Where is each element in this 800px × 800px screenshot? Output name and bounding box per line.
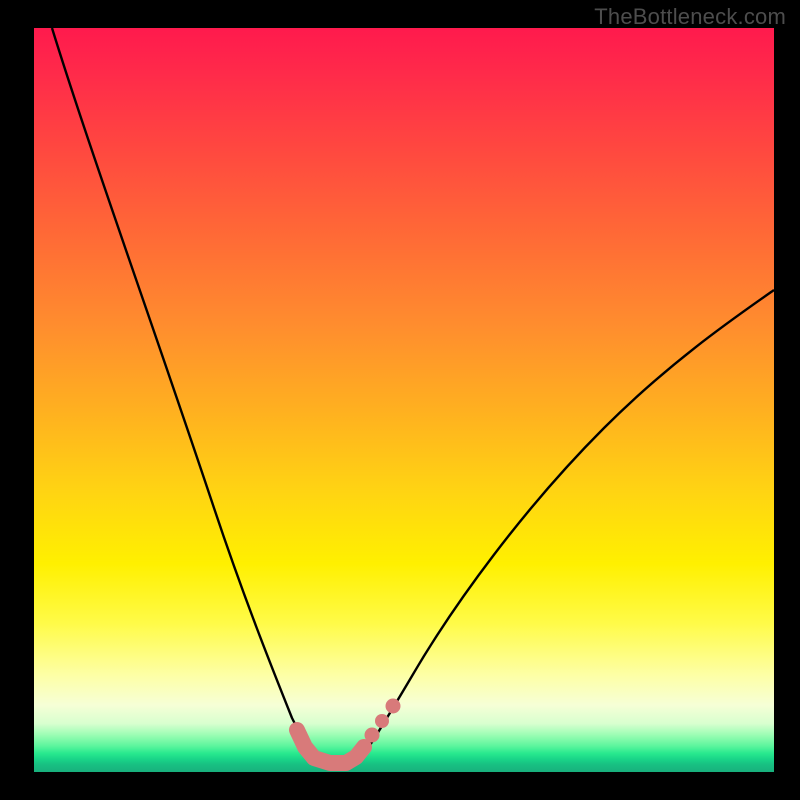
- plot-area: [34, 28, 774, 772]
- bottleneck-curve-svg: [34, 28, 774, 772]
- valley-marker-dot: [365, 728, 380, 743]
- chart-frame: TheBottleneck.com: [0, 0, 800, 800]
- curve-left-branch: [52, 28, 317, 760]
- valley-marker-dot: [386, 699, 401, 714]
- curve-right-branch: [360, 290, 774, 760]
- watermark-text: TheBottleneck.com: [594, 4, 786, 30]
- valley-marker-dot: [375, 714, 389, 728]
- valley-marker-stroke: [297, 730, 364, 763]
